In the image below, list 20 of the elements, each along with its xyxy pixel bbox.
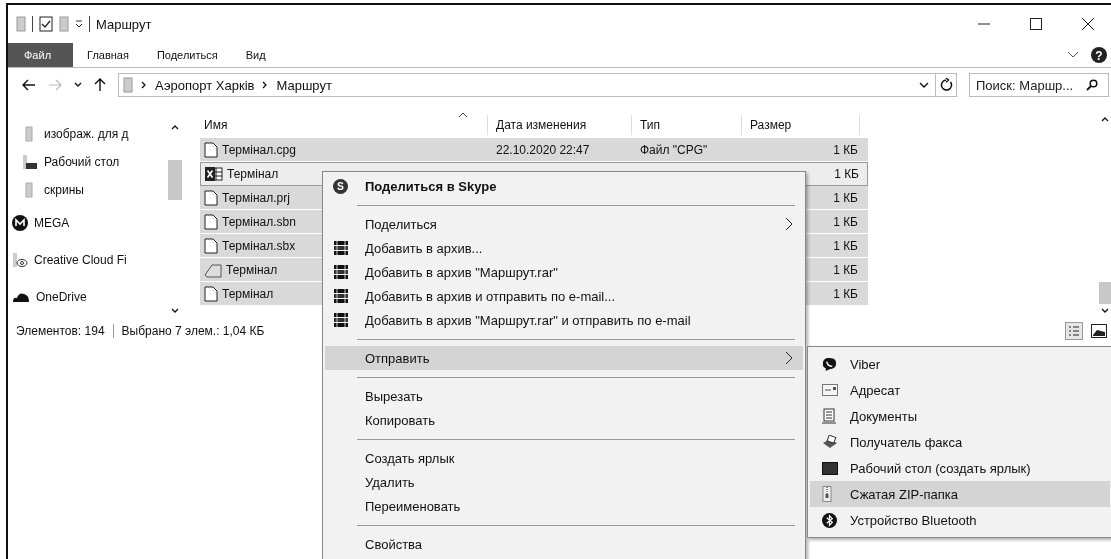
table-cell: Файл "CPG" xyxy=(640,142,708,157)
item-count: Элементов: 194 xyxy=(16,324,105,338)
window-title: Маршрут xyxy=(96,16,152,32)
table-cell: 22.10.2020 22:47 xyxy=(496,142,590,157)
table-cell: 1 КБ xyxy=(833,238,858,253)
file-name: Термінал.cpg xyxy=(222,142,296,157)
table-cell: 1 КБ xyxy=(833,142,858,157)
selection-info: Выбрано 7 элем.: 1,04 КБ xyxy=(121,324,265,338)
file-name: Термінал xyxy=(226,262,278,277)
table-cell: 1 КБ xyxy=(833,190,858,205)
file-name: Термінал.sbx xyxy=(222,238,296,253)
table-cell: 1 КБ xyxy=(834,167,859,181)
file-name: Термінал xyxy=(227,167,279,181)
logo-icon: S xyxy=(333,178,348,194)
file-name: Термінал xyxy=(222,286,274,301)
file-name: Термінал.prj xyxy=(222,190,290,205)
file-name: Термінал.sbn xyxy=(222,214,296,229)
table-cell: 1 КБ xyxy=(833,262,858,277)
table-cell: 1 КБ xyxy=(833,214,858,229)
table-cell: 1 КБ xyxy=(833,286,858,301)
